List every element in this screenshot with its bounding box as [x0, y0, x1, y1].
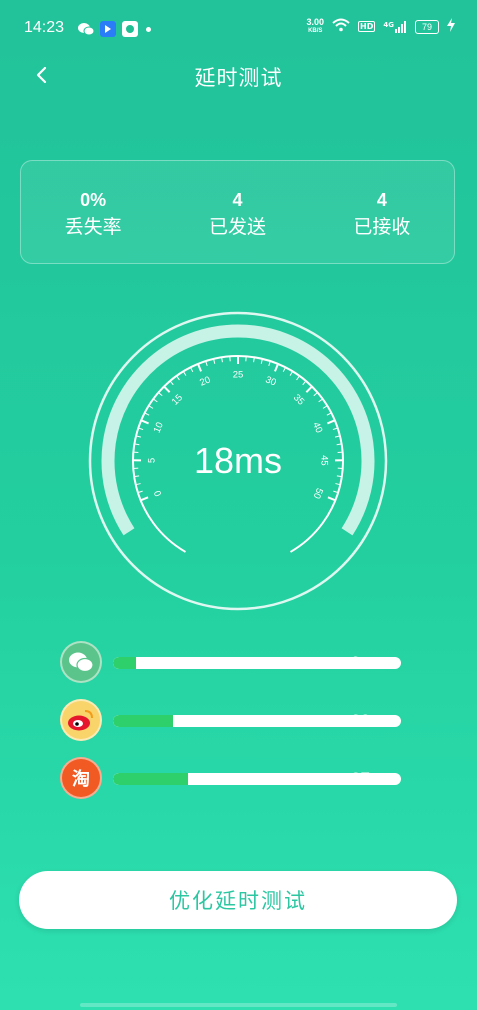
- app-latency-row-taobao: 淘 27ms: [60, 757, 460, 801]
- network-speed: 3.00 KB/S: [306, 16, 325, 36]
- gauge-tick: [326, 412, 332, 416]
- more-notifications-dot: [146, 26, 151, 32]
- gauge-tick: [190, 367, 194, 373]
- battery-icon: 79: [415, 19, 439, 34]
- optimize-latency-button[interactable]: 优化延时测试: [19, 871, 457, 929]
- gauge-tick-label: 10: [152, 421, 166, 435]
- network-speed-value: 3.00: [306, 16, 325, 27]
- gauge-tick-label: 15: [170, 392, 185, 407]
- stat-value: 0%: [80, 190, 107, 210]
- page-title: 延时测试: [194, 66, 283, 90]
- gauge-tick-label: 0: [152, 489, 164, 498]
- gauge-tick: [322, 405, 328, 409]
- stat-item: 4 已发送: [165, 161, 309, 263]
- status-bar: 14:23 3.00 KB/S HD 4G 79: [0, 0, 477, 58]
- stat-label: 丢失率: [64, 216, 122, 238]
- gauge-tick: [158, 392, 163, 397]
- stat-value: 4: [376, 190, 387, 210]
- gauge-tick: [148, 405, 154, 409]
- gauge-tick: [282, 367, 286, 373]
- gauge-tick: [313, 392, 318, 397]
- gauge-tick: [153, 398, 158, 403]
- gauge-tick-label: 40: [310, 421, 324, 435]
- wechat-notification-icon: [78, 21, 94, 37]
- video-notification-icon: [122, 21, 138, 37]
- gauge-tick: [163, 385, 171, 393]
- wifi-icon: [332, 18, 350, 36]
- app-latency-row-wechat: 9ms: [60, 641, 460, 685]
- network-speed-unit: KB/S: [308, 27, 323, 34]
- hd-badge: HD: [358, 21, 376, 32]
- stat-item: 0% 丢失率: [21, 161, 165, 263]
- stats-card: 0% 丢失率 4 已发送 4 已接收: [20, 160, 455, 264]
- gauge-tick-label: 50: [311, 486, 325, 500]
- gauge-tick: [176, 375, 180, 381]
- latency-bar-fill: [113, 657, 137, 669]
- gauge-tick: [296, 375, 300, 381]
- stat-item: 4 已接收: [310, 161, 454, 263]
- gauge-tick-label: 20: [198, 374, 212, 388]
- taobao-icon: 淘: [60, 757, 102, 799]
- gauge-tick: [140, 419, 149, 425]
- gauge-tick-label: 30: [264, 374, 278, 388]
- latency-value: 22ms: [351, 711, 393, 730]
- gauge-tick: [327, 419, 336, 425]
- stat-label: 已发送: [208, 216, 266, 238]
- gauge-tick: [182, 371, 187, 376]
- status-notifications: [78, 21, 151, 37]
- latency-value: 9ms: [351, 653, 384, 672]
- gauge-tick: [302, 380, 307, 386]
- home-indicator[interactable]: [80, 1003, 397, 1007]
- app-latency-row-weibo: 22ms: [60, 699, 460, 743]
- stat-label: 已接收: [353, 216, 411, 238]
- signal-icon: 4G: [383, 20, 407, 33]
- latency-bar-fill: [113, 773, 188, 785]
- latency-value: 27ms: [351, 769, 393, 788]
- gauge-tick: [274, 363, 279, 372]
- wechat-icon: [60, 641, 102, 683]
- gauge-tick: [289, 371, 294, 376]
- gauge-tick: [318, 398, 323, 403]
- status-time: 14:23: [24, 19, 65, 36]
- latency-bar-fill: [113, 715, 174, 727]
- gauge-tick: [169, 380, 174, 386]
- status-indicators: 3.00 KB/S HD 4G 79: [306, 16, 455, 36]
- weibo-icon: [60, 699, 102, 741]
- gauge-tick: [144, 412, 150, 416]
- gauge-tick-label: 35: [291, 392, 306, 407]
- gauge-tick: [140, 496, 149, 502]
- gauge-value: 18ms: [193, 440, 283, 481]
- gauge-tick: [327, 496, 336, 502]
- signal-type: 4G: [383, 20, 394, 29]
- gauge-tick: [197, 363, 202, 372]
- stat-value: 4: [232, 190, 243, 210]
- charging-icon: [447, 17, 455, 36]
- gauge-tick: [305, 385, 313, 393]
- taobao-icon-text: 淘: [72, 769, 90, 790]
- app-notification-icon: [100, 21, 116, 37]
- gauge-tick-label: 25: [233, 370, 244, 381]
